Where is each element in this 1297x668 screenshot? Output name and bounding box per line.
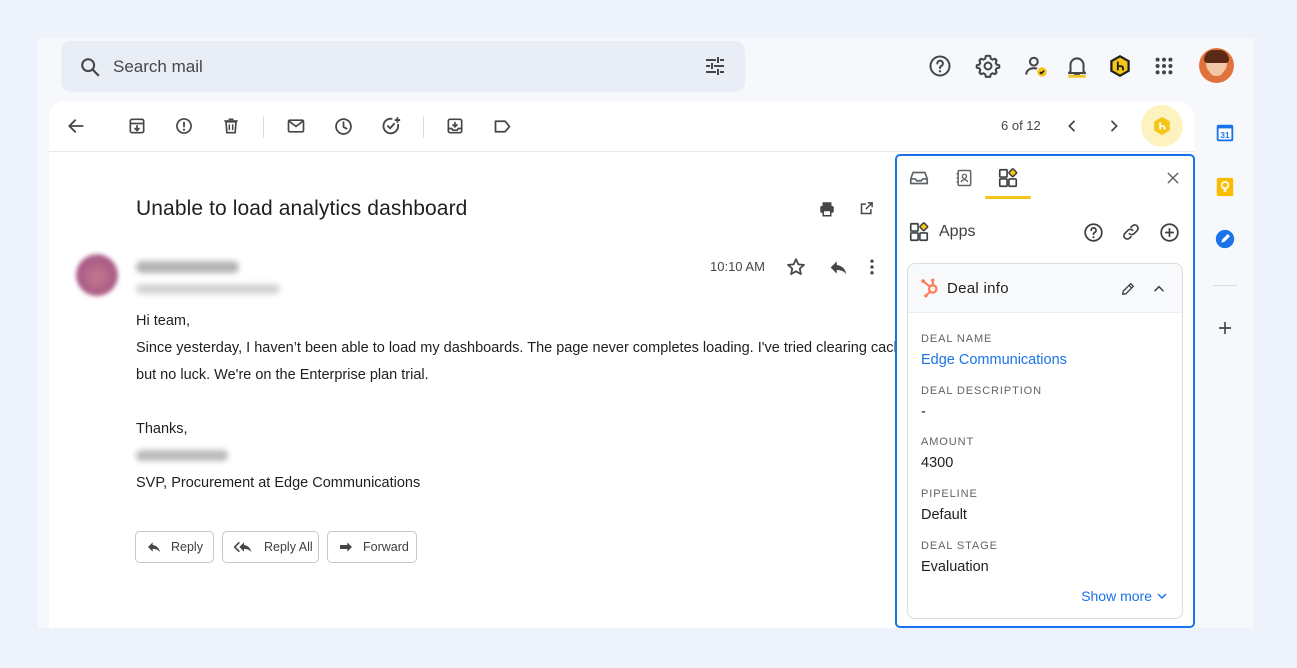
apps-header: Apps xyxy=(907,220,1187,244)
deal-description-value: - xyxy=(921,404,926,420)
forward-icon xyxy=(338,539,354,555)
search-bar[interactable]: Search mail xyxy=(61,41,745,92)
forward-label: Forward xyxy=(363,540,409,554)
email-greeting: Hi team, xyxy=(136,313,190,329)
rail-divider xyxy=(1213,285,1237,286)
move-to-icon[interactable] xyxy=(443,114,467,138)
back-icon[interactable] xyxy=(64,114,88,138)
email-time: 10:10 AM xyxy=(710,259,765,274)
reply-icon xyxy=(146,539,162,555)
signature-name-redacted xyxy=(136,450,228,461)
hubspot-badge-icon[interactable] xyxy=(1141,105,1183,147)
hubspot-side-panel: Apps Deal info DEAL NAME Edge Communicat… xyxy=(895,154,1195,628)
pipeline-value: Default xyxy=(921,507,967,523)
avatar-hair xyxy=(1204,50,1229,63)
apps-grid-icon[interactable] xyxy=(1148,50,1180,82)
active-tab-indicator xyxy=(985,196,1031,199)
show-more-link[interactable]: Show more xyxy=(1081,588,1168,604)
account-status-icon[interactable] xyxy=(1020,50,1052,82)
star-icon[interactable] xyxy=(784,255,808,279)
tab-inbox[interactable] xyxy=(907,166,931,190)
hubspot-extension-icon[interactable] xyxy=(1104,50,1136,82)
chevron-left-icon[interactable] xyxy=(1060,114,1084,138)
keep-icon[interactable] xyxy=(1213,175,1237,199)
print-icon[interactable] xyxy=(818,200,836,218)
reply-all-button[interactable]: Reply All xyxy=(222,531,319,563)
amount-label: AMOUNT xyxy=(921,436,975,448)
sender-avatar xyxy=(76,254,118,296)
deal-info-header[interactable]: Deal info xyxy=(908,264,1182,313)
email-subject: Unable to load analytics dashboard xyxy=(136,197,468,220)
search-icon[interactable] xyxy=(79,56,101,78)
deal-description-label: DEAL DESCRIPTION xyxy=(921,385,1042,397)
snooze-icon[interactable] xyxy=(331,114,355,138)
label-icon[interactable] xyxy=(490,114,514,138)
tab-contacts[interactable] xyxy=(952,166,976,190)
apps-label: Apps xyxy=(939,223,976,240)
delete-icon[interactable] xyxy=(219,114,243,138)
reply-all-icon xyxy=(233,539,255,555)
mark-unread-icon[interactable] xyxy=(284,114,308,138)
page-count: 6 of 12 xyxy=(1001,118,1041,133)
toolbar-divider xyxy=(263,116,264,138)
deal-name-label: DEAL NAME xyxy=(921,333,993,345)
close-icon[interactable] xyxy=(1161,166,1185,190)
tasks-icon[interactable] xyxy=(1213,227,1237,251)
hubspot-sprocket-icon xyxy=(919,277,941,299)
avatar[interactable] xyxy=(1199,48,1234,83)
email-signature-title: SVP, Procurement at Edge Communications xyxy=(136,475,421,491)
forward-button[interactable]: Forward xyxy=(327,531,417,563)
pipeline-label: PIPELINE xyxy=(921,488,978,500)
deal-stage-value: Evaluation xyxy=(921,559,989,575)
show-more-label: Show more xyxy=(1081,588,1152,604)
reply-label: Reply xyxy=(171,540,203,554)
open-in-new-window-icon[interactable] xyxy=(859,201,874,216)
add-icon[interactable] xyxy=(1157,220,1181,244)
link-icon[interactable] xyxy=(1119,220,1143,244)
mail-toolbar: 6 of 12 xyxy=(49,101,1194,152)
deal-info-title: Deal info xyxy=(947,280,1009,297)
chevron-right-icon[interactable] xyxy=(1102,114,1126,138)
deal-name-value[interactable]: Edge Communications xyxy=(921,352,1067,368)
reply-icon[interactable] xyxy=(826,255,850,279)
help-icon[interactable] xyxy=(924,50,956,82)
deal-info-card: Deal info DEAL NAME Edge Communications … xyxy=(907,263,1183,619)
chevron-down-icon xyxy=(1156,590,1168,602)
amount-value: 4300 xyxy=(921,455,954,471)
deal-stage-label: DEAL STAGE xyxy=(921,540,998,552)
toolbar-divider xyxy=(423,116,424,138)
edit-icon[interactable] xyxy=(1120,281,1136,297)
sender-email-redacted xyxy=(136,284,280,294)
report-spam-icon[interactable] xyxy=(172,114,196,138)
reply-button[interactable]: Reply xyxy=(135,531,214,563)
apps-icon xyxy=(907,220,931,244)
calendar-icon[interactable]: 31 xyxy=(1213,121,1237,145)
reply-all-label: Reply All xyxy=(264,540,313,554)
chevron-up-icon[interactable] xyxy=(1152,282,1166,296)
calendar-day: 31 xyxy=(1220,131,1230,140)
add-task-icon[interactable] xyxy=(379,114,403,138)
archive-icon[interactable] xyxy=(125,114,149,138)
email-closing: Thanks, xyxy=(136,421,188,437)
search-options-icon[interactable] xyxy=(703,54,727,78)
more-options-icon[interactable] xyxy=(860,255,884,279)
tab-apps[interactable] xyxy=(996,166,1020,190)
add-addon-icon[interactable] xyxy=(1213,316,1237,340)
email-body-line: Since yesterday, I haven’t been able to … xyxy=(136,340,910,356)
email-body-line: but no luck. We're on the Enterprise pla… xyxy=(136,367,429,383)
settings-icon[interactable] xyxy=(972,50,1004,82)
search-input[interactable]: Search mail xyxy=(113,57,203,77)
sender-name-redacted xyxy=(136,261,239,273)
notifications-icon[interactable] xyxy=(1061,50,1093,82)
help-icon[interactable] xyxy=(1081,220,1105,244)
